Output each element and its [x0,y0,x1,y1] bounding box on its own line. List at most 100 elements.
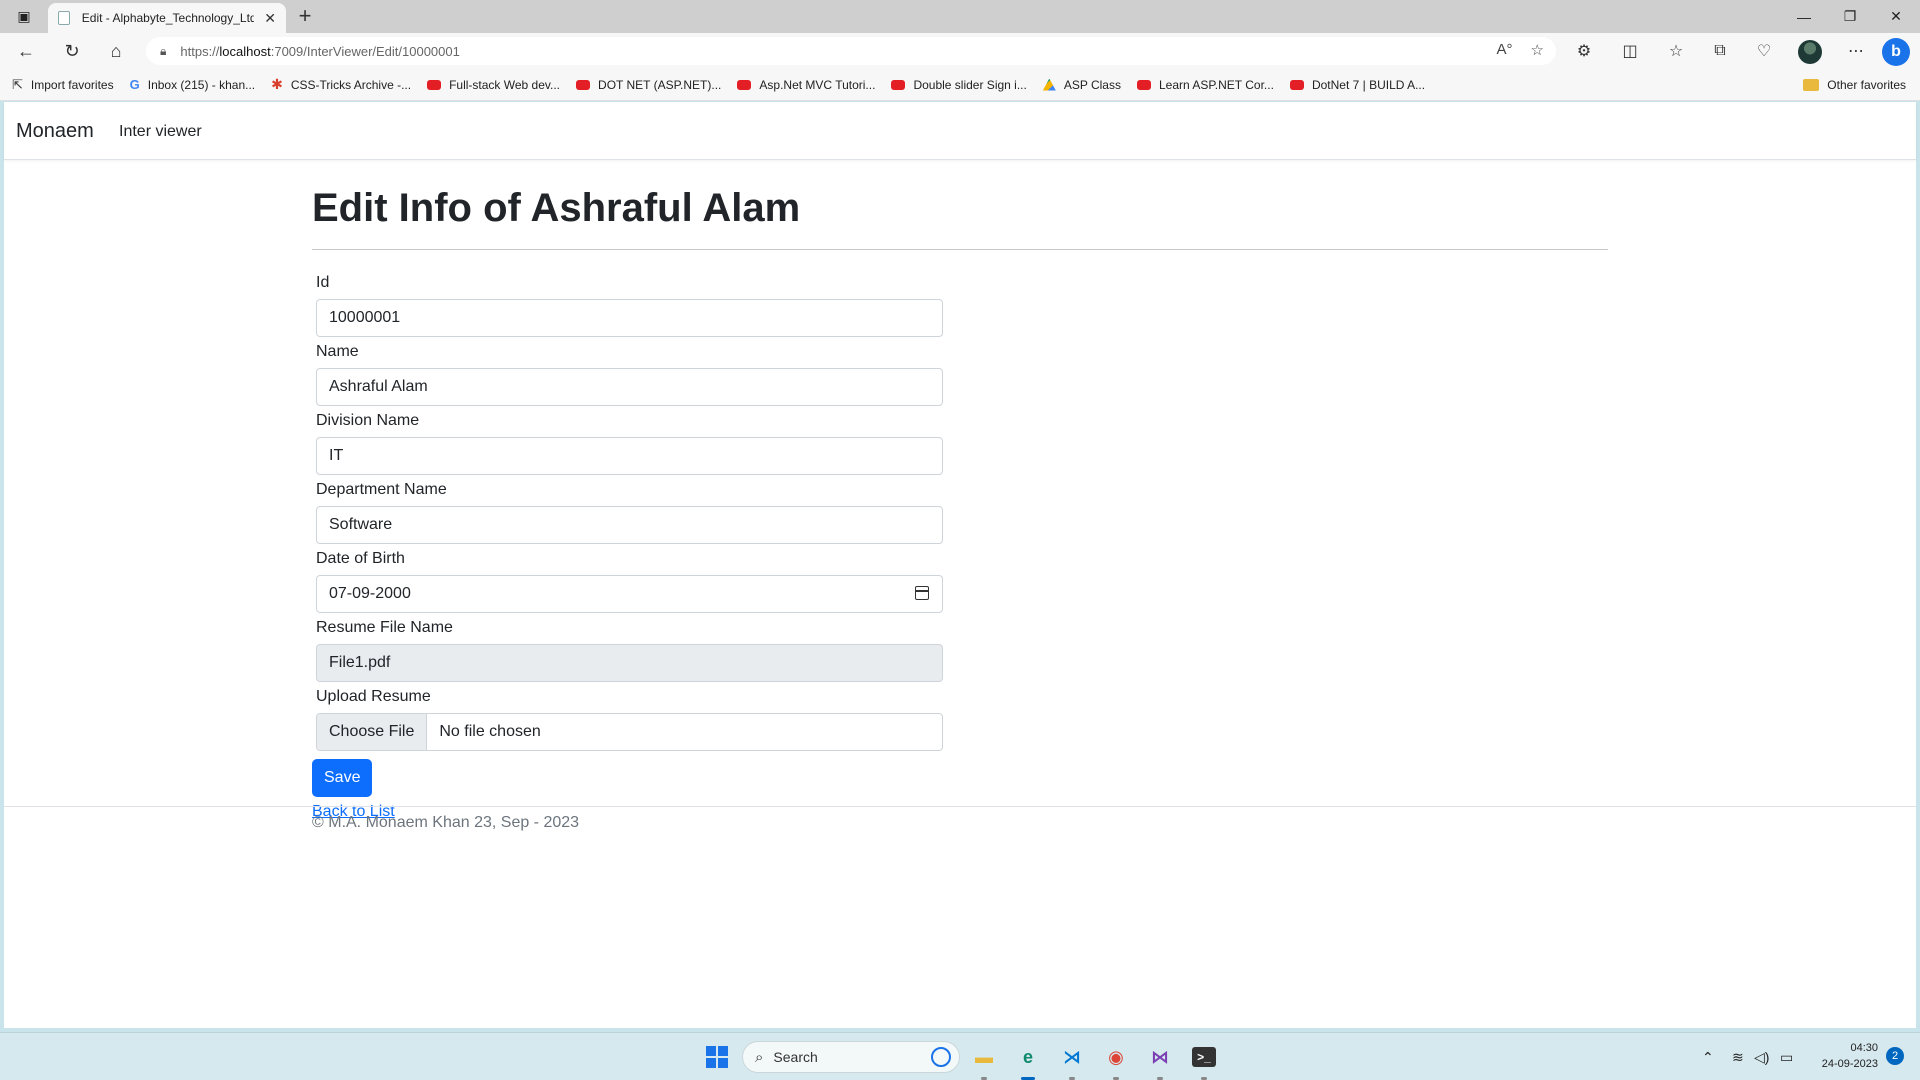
lock-icon[interactable]: 🔒︎ [160,44,166,59]
extensions-icon[interactable]: ⚙ [1566,33,1602,69]
minimize-icon[interactable]: — [1782,0,1826,33]
terminal-icon[interactable]: >_ [1192,1047,1216,1067]
favorite-asp-class[interactable]: ASP Class [1042,78,1121,92]
tab-title: Edit - Alphabyte_Technology_Ltd [81,11,255,25]
youtube-icon [1136,79,1151,90]
file-status-text: No file chosen [439,723,541,740]
field-division: Division Name [312,410,943,475]
search-placeholder: Search [773,1049,818,1065]
youtube-icon [737,79,752,90]
dob-input[interactable] [316,575,943,613]
resume-file-input [316,644,943,682]
google-icon: G [129,77,140,92]
url-text: https://localhost:7009/InterViewer/Edit/… [180,43,460,59]
favorite-star-icon[interactable]: ☆ [1531,41,1544,59]
field-department: Department Name [312,479,943,544]
site-navbar: Monaem Inter viewer [4,102,1916,160]
tab-close-icon[interactable]: ✕ [264,10,276,27]
taskbar: ⌕ Search ▬ e ⋊ ◉ ⋈ >_ ⌃ ≋ ◁) ▭ 04:30 24-… [0,1032,1920,1080]
youtube-icon [1289,79,1304,90]
id-label: Id [316,274,330,291]
division-input[interactable] [316,437,943,475]
save-button[interactable]: Save [312,759,373,797]
split-screen-icon[interactable]: ◫ [1612,33,1648,69]
new-tab-icon[interactable]: + [292,3,318,29]
field-dob: Date of Birth [312,548,943,613]
id-input[interactable] [316,299,943,337]
file-explorer-icon[interactable]: ▬ [968,1041,1000,1073]
resume-file-label: Resume File Name [316,619,453,636]
visual-studio-icon[interactable]: ⋈ [1144,1041,1176,1073]
other-favorites[interactable]: Other favorites [1803,69,1906,100]
choose-file-button[interactable]: Choose File [317,714,428,750]
nav-link-inter-viewer[interactable]: Inter viewer [119,123,202,141]
window-close-icon[interactable]: ✕ [1874,0,1918,33]
browser-tab[interactable]: Edit - Alphabyte_Technology_Ltd ✕ [48,3,286,33]
calendar-icon[interactable] [915,586,929,600]
upload-label: Upload Resume [316,688,431,705]
home-icon[interactable]: ⌂ [98,33,134,69]
css-tricks-icon: ✱ [271,76,283,92]
restore-icon[interactable]: ❐ [1828,0,1872,33]
import-icon: ⇱ [12,76,23,92]
favorite-aspnet-mvc[interactable]: Asp.Net MVC Tutori... [737,78,875,92]
main-container: Edit Info of Ashraful Alam Id Name Divis… [312,160,1612,821]
field-name: Name [312,341,943,406]
department-label: Department Name [316,481,447,498]
name-label: Name [316,343,359,360]
clock[interactable]: 04:30 24-09-2023 [1822,1040,1878,1072]
tab-actions-icon[interactable]: ▣ [2,0,46,33]
volume-icon[interactable]: ◁) [1754,1033,1769,1080]
refresh-icon[interactable]: ↻ [54,33,90,69]
notification-badge[interactable]: 2 [1886,1047,1904,1065]
favorite-css-tricks[interactable]: ✱ CSS-Tricks Archive -... [271,76,411,93]
file-input[interactable]: Choose File No file chosen [316,713,943,751]
favorites-icon[interactable]: ☆ [1658,33,1694,69]
clock-time: 04:30 [1850,1042,1878,1054]
favorite-import[interactable]: ⇱ Import favorites [12,77,114,93]
address-bar[interactable]: 🔒︎ https://localhost:7009/InterViewer/Ed… [146,37,1556,65]
browser-tab-bar: ▣ Edit - Alphabyte_Technology_Ltd ✕ + — … [0,0,1920,33]
favorite-inbox[interactable]: G Inbox (215) - khan... [130,77,256,92]
youtube-icon [576,79,591,90]
field-id: Id [312,272,943,337]
bing-copilot-icon[interactable]: b [1882,38,1910,66]
chrome-icon[interactable]: ◉ [1100,1041,1132,1073]
name-input[interactable] [316,368,943,406]
battery-icon[interactable]: ▭ [1780,1033,1793,1080]
page-favicon-icon [58,11,70,25]
wifi-icon[interactable]: ≋ [1732,1033,1744,1080]
favorite-dotnet[interactable]: DOT NET (ASP.NET)... [576,78,721,92]
edit-form: Id Name Division Name Department Name Da… [312,272,943,797]
collections-icon[interactable]: ⧉ [1702,33,1738,69]
vscode-icon[interactable]: ⋊ [1056,1041,1088,1073]
division-label: Division Name [316,412,420,429]
address-toolbar: ← ↻ ⌂ 🔒︎ https://localhost:7009/InterVie… [0,33,1920,69]
bing-search-icon[interactable] [931,1047,951,1067]
back-icon[interactable]: ← [8,33,44,69]
favorite-fullstack[interactable]: Full-stack Web dev... [427,78,560,92]
favorite-learn-aspnet[interactable]: Learn ASP.NET Cor... [1136,78,1274,92]
youtube-icon [427,79,442,90]
footer-text: © M.A. Monaem Khan 23, Sep - 2023 [312,814,580,831]
dob-wrapper [312,575,943,613]
field-resume-file: Resume File Name [312,617,943,682]
footer-divider [4,806,1916,807]
profile-avatar[interactable] [1798,40,1822,64]
edge-icon[interactable]: e [1012,1041,1044,1073]
windows-start-icon[interactable] [706,1046,728,1068]
favorite-double-slider[interactable]: Double slider Sign i... [891,78,1027,92]
browser-essentials-icon[interactable]: ♡ [1746,33,1782,69]
dob-label: Date of Birth [316,550,405,567]
search-icon: ⌕ [755,1048,764,1066]
favorite-dotnet7[interactable]: DotNet 7 | BUILD A... [1289,78,1425,92]
more-menu-icon[interactable]: ⋯ [1838,33,1874,69]
tray-overflow-icon[interactable]: ⌃ [1702,1033,1714,1080]
read-aloud-icon[interactable]: A° [1497,41,1513,59]
clock-date: 24-09-2023 [1821,1058,1878,1070]
field-upload: Upload Resume Choose File No file chosen [312,686,943,751]
folder-icon [1803,78,1820,91]
department-input[interactable] [316,506,943,544]
site-brand[interactable]: Monaem [16,120,94,143]
taskbar-search[interactable]: ⌕ Search [742,1041,960,1073]
